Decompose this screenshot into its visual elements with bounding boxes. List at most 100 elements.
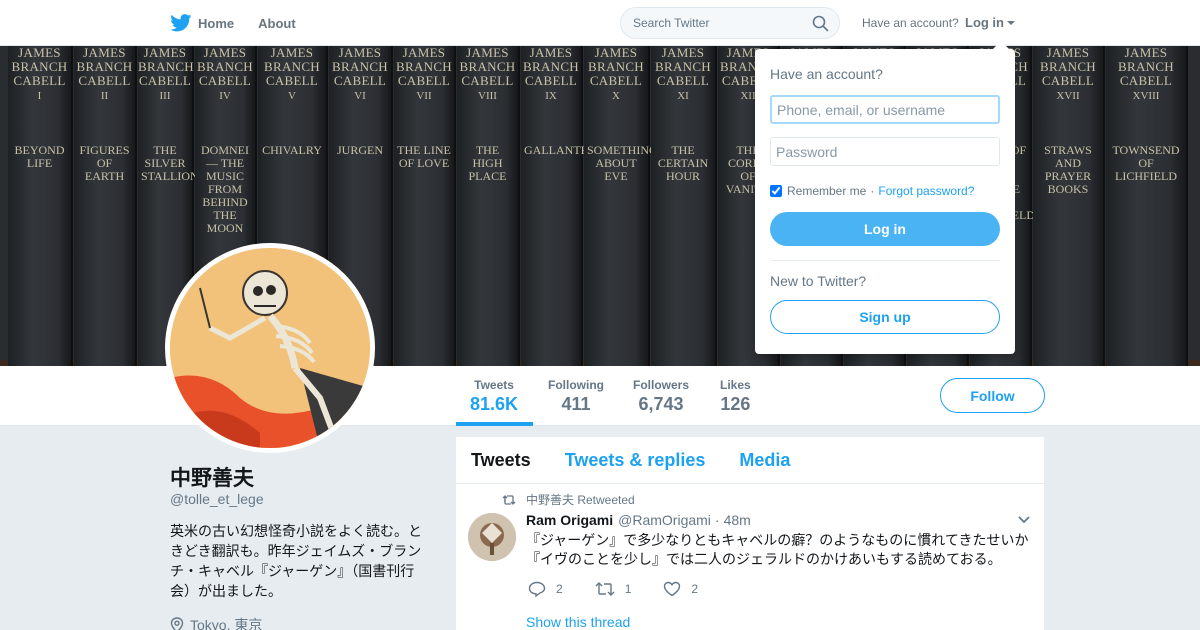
like-action[interactable]: 2 [663, 581, 698, 597]
book-spine: JAMES BRANCH CABELL IX GALLANTRY [521, 46, 597, 366]
stat-following-label: Following [548, 378, 604, 392]
nav-about-label: About [258, 15, 296, 31]
profile-handle[interactable]: @tolle_et_lege [170, 491, 264, 507]
stat-followers[interactable]: Followers 6,743 [633, 378, 689, 415]
retweet-icon [595, 582, 615, 596]
tweet-author-avatar[interactable] [468, 513, 516, 561]
book-author: JAMES BRANCH CABELL [264, 46, 320, 88]
active-stat-underline [456, 422, 533, 426]
book-author: JAMES BRANCH CABELL [1118, 46, 1174, 88]
book-volume-number: I [37, 90, 42, 102]
book-spine: JAMES BRANCH CABELL X SOMETHING ABOUT EVE [584, 46, 658, 366]
timeline: Tweets Tweets & replies Media 中野善夫 Retwe… [456, 437, 1044, 630]
profile-location-text: Tokyo, 東京 [190, 617, 263, 630]
book-volume-number: IX [545, 90, 557, 102]
book-author: JAMES BRANCH CABELL [76, 46, 133, 88]
book-spine: JAMES BRANCH CABELL XI THE CERTAIN HOUR [651, 46, 717, 366]
book-spine: JAMES BRANCH CABELL II FIGURES OF EARTH [74, 46, 137, 366]
book-author: JAMES BRANCH CABELL [655, 46, 711, 88]
book-title: STRAWS AND PRAYER BOOKS [1044, 143, 1092, 196]
stat-tweets[interactable]: Tweets 81.6K [470, 378, 518, 415]
username-field[interactable] [770, 95, 1000, 124]
login-dropdown-toggle[interactable]: Log in [965, 15, 1015, 30]
book-title: THE SILVER STALLION [141, 143, 199, 183]
tweet-author-handle[interactable]: @RamOrigami [618, 512, 711, 528]
search-input[interactable] [621, 8, 801, 38]
nav-left: Home About [170, 0, 320, 46]
like-count: 2 [691, 582, 699, 596]
search-box[interactable] [620, 7, 840, 39]
login-dropdown-title: Have an account? [770, 66, 883, 82]
book-title: THE HIGH PLACE [468, 143, 507, 183]
retweet-context[interactable]: 中野善夫 Retweeted [502, 491, 635, 508]
heart-icon [664, 581, 681, 597]
forgot-password-link[interactable]: Forgot password? [878, 184, 974, 198]
retweet-action[interactable]: 1 [595, 581, 632, 597]
tweet-dot-separator: · [714, 512, 720, 528]
book-author: JAMES BRANCH CABELL [197, 46, 253, 88]
book-author: JAMES BRANCH CABELL [332, 46, 388, 88]
book-title: GALLANTRY [524, 143, 597, 157]
book-author: JAMES BRANCH CABELL [138, 46, 194, 88]
password-field[interactable] [770, 137, 1000, 166]
book-volume-number: V [288, 90, 296, 102]
location-pin-icon [170, 617, 184, 630]
book-author: JAMES BRANCH CABELL [523, 46, 579, 88]
skeleton-writing-illustration [170, 248, 370, 448]
stat-likes[interactable]: Likes 126 [720, 378, 751, 415]
retweet-count: 1 [624, 582, 632, 596]
book-title: FIGURES OF EARTH [79, 143, 130, 183]
book-spine: JAMES BRANCH CABELL VIII THE HIGH PLACE [457, 46, 520, 366]
tab-media[interactable]: Media [739, 450, 790, 471]
origami-avatar-image [468, 513, 516, 561]
reply-icon [528, 581, 546, 597]
login-dropdown: Have an account? Remember me · Forgot pa… [755, 41, 1015, 354]
twitter-bird-icon [170, 14, 192, 32]
stat-likes-label: Likes [720, 378, 751, 392]
book-spine: JAMES BRANCH CABELL XVIII TOWNSEND OF LICH… [1106, 46, 1188, 366]
tab-tweets[interactable]: Tweets [471, 450, 531, 471]
book-volume-number: XVIII [1132, 90, 1160, 102]
login-toggle-label: Log in [965, 15, 1004, 30]
remember-me-checkbox[interactable] [770, 185, 782, 197]
retweet-context-text: 中野善夫 Retweeted [526, 493, 635, 507]
book-title: BEYOND LIFE [14, 143, 65, 170]
book-author: JAMES BRANCH CABELL [1040, 46, 1096, 88]
chevron-down-icon[interactable] [1017, 515, 1031, 525]
retweet-icon [502, 494, 516, 505]
tab-tweets-and-replies[interactable]: Tweets & replies [565, 450, 706, 471]
tweet-actions: 2 1 2 [528, 581, 730, 597]
follow-button[interactable]: Follow [940, 378, 1045, 413]
book-title: JURGEN [336, 143, 383, 157]
nav-about[interactable]: About [258, 16, 296, 31]
stat-following-value: 411 [561, 394, 591, 414]
search-icon[interactable] [812, 15, 829, 32]
tweet-time[interactable]: 48m [724, 512, 751, 528]
tweet-author-name[interactable]: Ram Origami [526, 512, 613, 528]
profile-location: Tokyo, 東京 [170, 615, 262, 630]
tweet-header: Ram Origami @RamOrigami · 48m [526, 512, 751, 528]
show-thread-link[interactable]: Show this thread [526, 614, 630, 630]
book-title: TOWNSEND OF LICHFIELD [1112, 143, 1180, 183]
book-volume-number: XVII [1056, 90, 1080, 102]
book-volume-number: XI [677, 90, 689, 102]
login-submit-button[interactable]: Log in [770, 212, 1000, 246]
profile-name[interactable]: 中野善夫 [170, 462, 254, 492]
nav-home[interactable]: Home [170, 14, 234, 32]
remember-separator: · [870, 184, 875, 198]
remember-me-label[interactable]: Remember me [787, 184, 866, 198]
nav-home-label: Home [198, 15, 235, 31]
book-title: DOMNEI — THE MUSIC FROM BEHIND THE MOON [201, 143, 249, 235]
book-volume-number: X [612, 90, 620, 102]
signup-button[interactable]: Sign up [770, 300, 1000, 334]
stat-following[interactable]: Following 411 [548, 378, 604, 415]
reply-action[interactable]: 2 [528, 581, 563, 597]
profile-avatar[interactable] [165, 243, 375, 453]
stat-tweets-label: Tweets [474, 378, 514, 392]
book-volume-number: VII [416, 90, 432, 102]
stat-followers-value: 6,743 [638, 394, 684, 414]
reply-count: 2 [556, 582, 563, 596]
stat-tweets-value: 81.6K [470, 394, 519, 414]
book-spine: JAMES BRANCH CABELL I BEYOND LIFE [8, 46, 73, 366]
book-title: SOMETHING ABOUT EVE [587, 143, 658, 183]
